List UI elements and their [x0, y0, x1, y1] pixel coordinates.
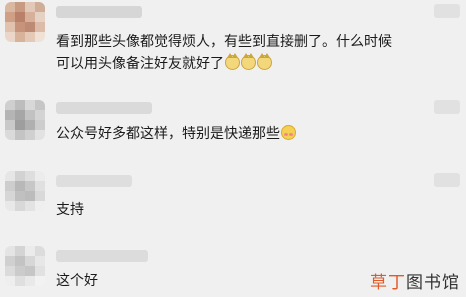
like-button[interactable]	[434, 100, 460, 114]
watermark-part2: 图书馆	[406, 273, 460, 293]
username-blurred[interactable]	[56, 6, 142, 18]
avatar[interactable]	[5, 171, 45, 211]
comment-text-content: 可以用头像备注好友就好了	[56, 56, 224, 72]
username-blurred[interactable]	[56, 250, 148, 262]
comment-text-line: 公众号好多都这样，特别是快递那些	[56, 123, 296, 145]
comment-text: 支持	[56, 202, 84, 218]
comment-text: 看到那些头像都觉得烦人，有些到直接删了。什么时候	[56, 34, 392, 50]
username-blurred[interactable]	[56, 175, 132, 187]
avatar[interactable]	[5, 246, 45, 286]
avatar[interactable]	[5, 100, 45, 140]
comment-item: 看到那些头像都觉得烦人，有些到直接删了。什么时候 可以用头像备注好友就好了	[0, 0, 466, 90]
comment-item: 公众号好多都这样，特别是快递那些	[0, 90, 466, 160]
comment-text: 公众号好多都这样，特别是快递那些	[56, 126, 280, 142]
comment-item: 支持	[0, 165, 466, 230]
comment-text-line2: 可以用头像备注好友就好了	[56, 53, 272, 75]
like-button[interactable]	[434, 4, 460, 18]
watermark: 草丁图书馆	[370, 268, 460, 293]
like-button[interactable]	[434, 173, 460, 187]
avatar[interactable]	[5, 2, 45, 42]
shy-face-emoji	[281, 125, 296, 140]
cat-face-emoji	[241, 53, 256, 70]
cat-face-emoji	[225, 53, 240, 70]
watermark-part1: 草丁	[370, 273, 406, 293]
comment-text: 这个好	[56, 273, 98, 289]
cat-face-emoji	[257, 53, 272, 70]
username-blurred[interactable]	[56, 102, 152, 114]
